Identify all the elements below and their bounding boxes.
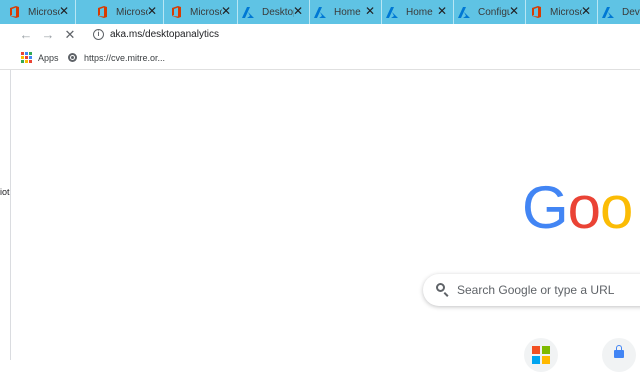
bookmark-apps[interactable]: Apps (21, 51, 59, 64)
tab-strip: Microsoft ✕ Microsoft ✕ Microsoft ✕ Desk… (0, 0, 640, 24)
bookmark-label: https://cve.mitre.or... (84, 52, 166, 63)
microsoft-logo-icon (532, 346, 550, 364)
tab-title: Devices (622, 6, 640, 18)
close-icon[interactable]: ✕ (293, 5, 303, 17)
window-edge-divider (10, 70, 11, 360)
close-icon[interactable]: ✕ (221, 5, 231, 17)
bookmark-label: Apps (38, 52, 59, 63)
tab-title: Microsoft (28, 6, 60, 18)
logo-letter: G (522, 174, 569, 241)
edge-text: iot (0, 187, 10, 197)
globe-icon (68, 53, 77, 62)
back-arrow-icon[interactable]: ← (19, 28, 33, 42)
tab-title: Microsoft (190, 6, 222, 18)
tab-home-2[interactable]: Home ✕ (378, 0, 454, 24)
tab-desktop[interactable]: Desktop ✕ (234, 0, 310, 24)
azure-icon (314, 6, 326, 18)
browser-toolbar: ← → ✕ i aka.ms/desktopanalytics (0, 24, 640, 46)
close-icon[interactable]: ✕ (437, 5, 447, 17)
office-icon (96, 6, 108, 18)
azure-icon (602, 6, 614, 18)
bookmarks-bar: Apps https://cve.mitre.or... (0, 46, 640, 70)
site-info-icon[interactable]: i (93, 29, 104, 40)
tab-microsoft-1[interactable]: Microsoft ✕ (0, 0, 76, 24)
close-icon[interactable]: ✕ (365, 5, 375, 17)
apps-grid-icon (21, 52, 32, 63)
office-icon (530, 6, 542, 18)
office-icon (170, 6, 182, 18)
shortcut-tile-lock[interactable] (602, 338, 636, 372)
address-bar[interactable]: aka.ms/desktopanalytics (110, 29, 219, 40)
tab-title: Desktop (262, 6, 294, 18)
office-icon (8, 6, 20, 18)
stop-loading-icon[interactable]: ✕ (63, 28, 77, 42)
google-logo: Goo (522, 178, 633, 238)
tab-microsoft-2[interactable]: Microsoft ✕ (88, 0, 164, 24)
tab-title: Configuration (478, 6, 510, 18)
forward-arrow-icon[interactable]: → (41, 28, 55, 42)
azure-icon (242, 6, 254, 18)
azure-icon (386, 6, 398, 18)
close-icon[interactable]: ✕ (59, 5, 69, 17)
logo-letter: o (600, 174, 633, 241)
tab-title: Home (406, 6, 433, 18)
search-input[interactable]: Search Google or type a URL (457, 283, 614, 297)
close-icon[interactable]: ✕ (581, 5, 591, 17)
lock-icon (614, 345, 624, 358)
search-icon (436, 283, 445, 292)
tab-title: Microsoft (116, 6, 148, 18)
tab-configuration[interactable]: Configuration ✕ (450, 0, 526, 24)
bookmark-cve[interactable]: https://cve.mitre.or... (68, 51, 165, 64)
logo-letter: o (567, 174, 601, 241)
tab-devices[interactable]: Devices (594, 0, 640, 24)
close-icon[interactable]: ✕ (147, 5, 157, 17)
tab-microsoft-4[interactable]: Microsoft ✕ (522, 0, 598, 24)
tab-title: Microsoft (550, 6, 582, 18)
close-icon[interactable]: ✕ (509, 5, 519, 17)
tab-microsoft-3[interactable]: Microsoft ✕ (162, 0, 238, 24)
azure-icon (458, 6, 470, 18)
tab-home-1[interactable]: Home ✕ (306, 0, 382, 24)
search-box[interactable]: Search Google or type a URL (423, 274, 640, 306)
tab-title: Home (334, 6, 361, 18)
shortcut-tile-microsoft[interactable] (524, 338, 558, 372)
